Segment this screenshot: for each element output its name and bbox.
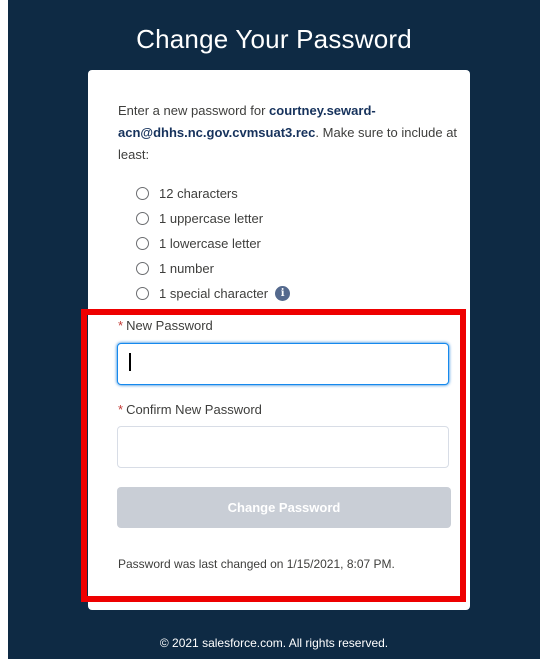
requirement-label: 1 lowercase letter bbox=[159, 236, 261, 251]
screen: Change Your Password Enter a new passwor… bbox=[0, 0, 540, 659]
change-password-button[interactable]: Change Password bbox=[117, 487, 451, 528]
last-changed-text: Password was last changed on 1/15/2021, … bbox=[118, 557, 395, 571]
requirement-item: 1 lowercase letter bbox=[136, 231, 436, 256]
requirement-status-icon bbox=[136, 237, 149, 250]
intro-text: Enter a new password for courtney.seward… bbox=[118, 100, 458, 166]
new-password-label: * New Password bbox=[118, 318, 213, 333]
requirement-status-icon bbox=[136, 262, 149, 275]
requirement-status-icon bbox=[136, 212, 149, 225]
required-mark: * bbox=[118, 318, 124, 333]
confirm-password-label: * Confirm New Password bbox=[118, 402, 262, 417]
requirement-status-icon bbox=[136, 187, 149, 200]
info-icon[interactable]: i bbox=[275, 286, 291, 301]
footer-copyright: © 2021 salesforce.com. All rights reserv… bbox=[159, 636, 389, 650]
requirement-item: 1 special character i bbox=[136, 281, 436, 306]
required-mark: * bbox=[118, 402, 124, 417]
new-password-input[interactable] bbox=[117, 343, 449, 385]
requirement-item: 1 number bbox=[136, 256, 436, 281]
intro-prefix: Enter a new password for bbox=[118, 103, 270, 118]
confirm-password-label-text: Confirm New Password bbox=[126, 402, 262, 417]
confirm-password-input[interactable] bbox=[117, 426, 449, 468]
requirement-label: 1 number bbox=[159, 261, 214, 276]
requirement-label: 1 uppercase letter bbox=[159, 211, 264, 226]
requirement-label: 12 characters bbox=[159, 186, 238, 201]
new-password-label-text: New Password bbox=[126, 318, 213, 333]
requirement-item: 12 characters bbox=[136, 181, 436, 206]
page-title: Change Your Password bbox=[136, 24, 412, 54]
requirement-status-icon bbox=[136, 287, 149, 300]
requirement-item: 1 uppercase letter bbox=[136, 206, 436, 231]
requirement-label: 1 special character bbox=[159, 286, 269, 301]
requirements-list: 12 characters 1 uppercase letter 1 lower… bbox=[136, 181, 436, 306]
text-cursor bbox=[129, 353, 131, 371]
